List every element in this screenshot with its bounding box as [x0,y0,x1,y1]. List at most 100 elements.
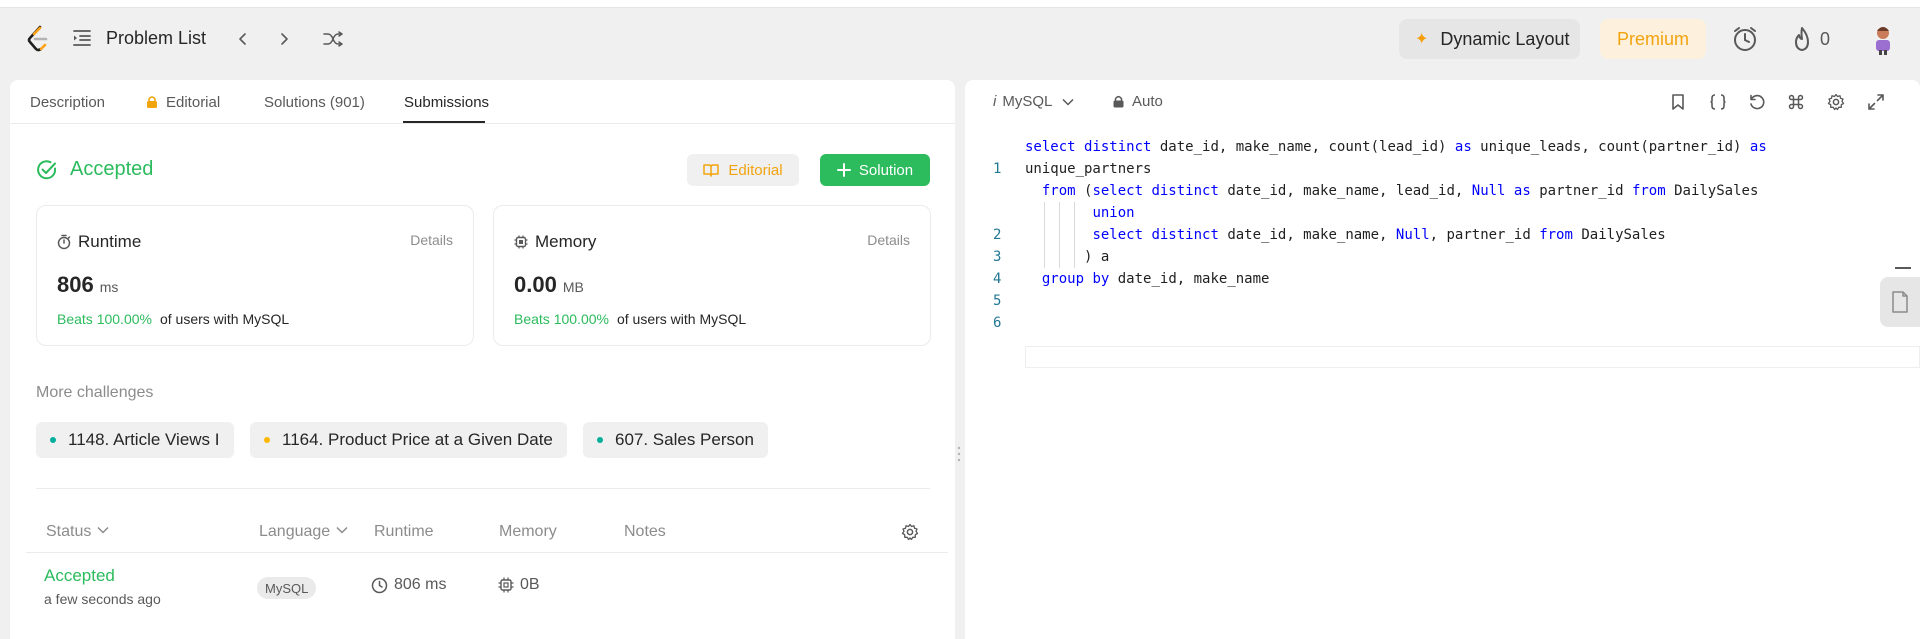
code-line: 6 [965,290,1016,331]
memory-title-text: Memory [535,232,597,251]
row-status[interactable]: Accepted [44,566,115,586]
memory-unit: MB [562,279,584,295]
runtime-title: Runtime [57,232,141,252]
dynamic-layout-button[interactable]: ✦ Dynamic Layout [1399,19,1580,59]
editorial-button-label: Editorial [728,161,783,179]
code-line: 1 [965,136,1016,177]
runtime-title-text: Runtime [78,232,142,251]
code-line: 3 [965,224,1016,265]
alarm-clock-icon[interactable] [1731,25,1759,53]
dynamic-layout-label: Dynamic Layout [1440,28,1570,49]
row-runtime: 806 ms [371,576,446,594]
row-memory-value: 0B [520,576,540,593]
runtime-number: 806 [57,272,94,297]
code-line-text[interactable]: unique_partners [1025,158,1151,180]
memory-title: Memory [514,232,596,252]
memory-beats: Beats 100.00% of users with MySQL [514,311,746,327]
editorial-button[interactable]: Editorial [687,154,799,186]
chevron-left-icon [239,33,246,45]
settings-gear-icon[interactable] [1827,93,1845,111]
challenge-chip[interactable]: 1148. Article Views I [36,422,234,458]
challenge-label: 1164. Product Price at a Given Date [282,430,553,449]
notes-column-header: Notes [624,523,666,540]
runtime-column-header: Runtime [374,523,434,540]
notes-button[interactable] [1880,277,1920,327]
leetcode-logo-icon[interactable] [26,25,50,53]
code-line: 2 [965,202,1016,243]
difficulty-dot [50,437,56,443]
clock-icon [371,577,388,593]
runtime-card[interactable]: Runtime Details 806 ms Beats 100.00% of us… [36,205,474,346]
language-select-value: MySQL [1002,93,1053,110]
expand-icon[interactable] [1867,93,1885,111]
runtime-beats-suffix: of users with MySQL [159,311,290,327]
prev-problem-button[interactable] [229,25,257,53]
code-line-text[interactable]: group by date_id, make_name [1025,268,1270,290]
lock-icon [1113,95,1124,108]
tab-description[interactable]: Description [30,94,105,111]
tab-solutions[interactable]: Solutions (901) [264,94,365,111]
chevron-down-icon [336,526,348,534]
code-line-text[interactable]: ) a [1025,246,1109,268]
shuffle-icon [323,31,343,47]
panel-resize-handle[interactable] [957,445,961,463]
language-badge: MySQL [257,577,317,599]
status-text: Accepted [70,158,154,180]
avatar[interactable] [1868,23,1898,55]
code-line-text[interactable]: union [1025,202,1134,224]
streak-fire-icon[interactable] [1792,26,1812,52]
language-header-label: Language [259,523,331,540]
tab-editorial[interactable]: Editorial [146,94,220,111]
next-problem-button[interactable] [270,25,298,53]
challenge-chip[interactable]: 1164. Product Price at a Given Date [250,422,567,458]
table-header-divider [26,552,948,553]
premium-button[interactable]: Premium [1600,19,1706,59]
line-number: 1 [993,161,1002,177]
runtime-unit: ms [99,279,119,295]
shortcuts-command-icon[interactable] [1787,93,1805,111]
lock-icon [147,96,157,108]
code-editor-panel: i MySQL Auto 1 2 3 4 5 6 select distinct… [965,80,1920,639]
row-timestamp: a few seconds ago [44,591,161,607]
problem-list-icon[interactable] [72,28,92,48]
challenge-chip[interactable]: 607. Sales Person [583,422,768,458]
row-runtime-value: 806 ms [394,576,447,593]
runtime-beats-pct: Beats 100.00% [57,311,152,327]
post-solution-button[interactable]: Solution [820,154,930,186]
random-problem-button[interactable] [319,25,347,53]
chip-icon [498,577,514,593]
reset-icon[interactable] [1748,93,1766,111]
plus-icon [836,163,851,177]
streak-count: 0 [1820,29,1831,49]
submission-status: Accepted [36,158,153,181]
memory-column-header: Memory [499,523,557,540]
status-column-header[interactable]: Status [46,523,109,541]
code-line: 5 [965,268,1016,309]
language-select[interactable]: i MySQL [993,93,1074,110]
runtime-details-link[interactable]: Details [410,232,453,248]
bookmark-icon[interactable] [1669,93,1687,111]
difficulty-dot [264,437,270,443]
autocomplete-toggle[interactable]: Auto [1113,93,1163,110]
memory-details-link[interactable]: Details [867,232,910,248]
memory-beats-suffix: of users with MySQL [616,311,747,327]
check-circle-icon [37,159,57,179]
code-line-text[interactable]: select distinct date_id, make_name, Null… [1025,224,1665,246]
memory-card[interactable]: Memory Details 0.00 MB Beats 100.00% of us… [493,205,931,346]
code-line-text[interactable]: select distinct date_id, make_name, coun… [1025,136,1767,158]
current-line-highlight [1025,346,1920,368]
code-line-text[interactable]: from (select distinct date_id, make_name… [1025,180,1759,202]
chevron-down-icon [97,526,109,534]
active-tab-indicator [403,121,485,123]
code-line: 4 [965,246,1016,287]
overview-ruler-marker [1895,267,1911,269]
editor-toolbar: i MySQL Auto [965,80,1920,124]
tab-submissions[interactable]: Submissions [404,94,489,111]
problem-list-link[interactable]: Problem List [106,28,206,49]
format-braces-icon[interactable] [1709,93,1727,111]
tab-bar: Description Editorial Solutions (901) Su… [10,80,955,124]
language-column-header[interactable]: Language [259,523,348,541]
browser-top-edge [0,0,1920,8]
left-panel: Description Editorial Solutions (901) Su… [10,80,955,639]
gear-icon[interactable] [901,523,919,541]
